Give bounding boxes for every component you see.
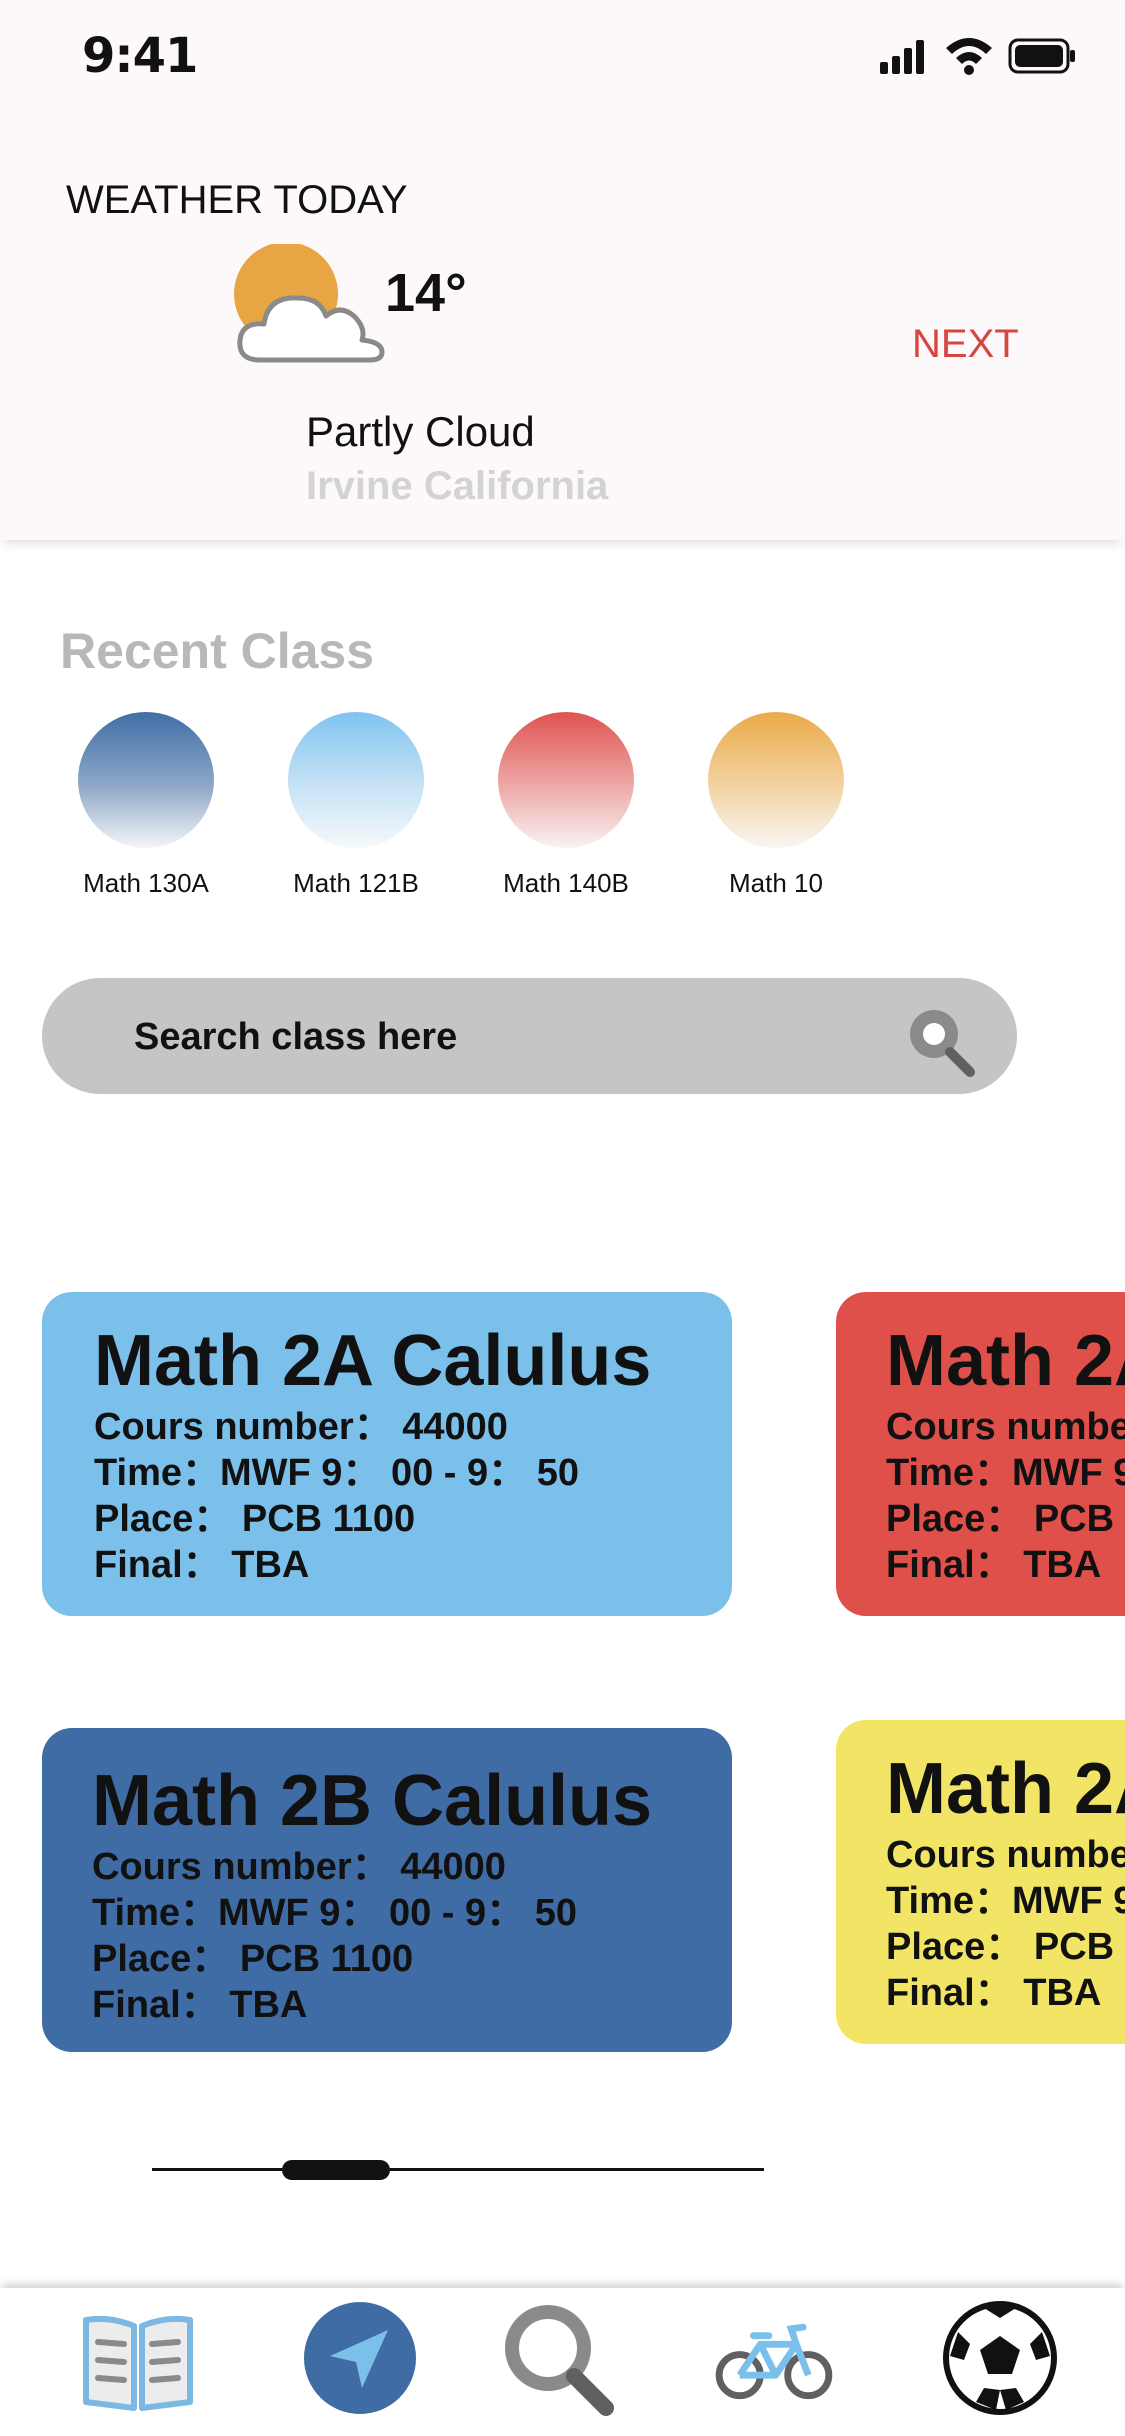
course-final: Final： TBA bbox=[92, 1984, 308, 2026]
course-details: Cours number Time：MWF 9 Place： PCB 1 Fin… bbox=[886, 1404, 1125, 1588]
course-card[interactable]: Math 2A Calulus Cours number： 44000 Time… bbox=[42, 1292, 732, 1616]
course-final: Final： TBA bbox=[94, 1544, 310, 1586]
weather-heading: WEATHER TODAY bbox=[66, 178, 408, 222]
course-place: Place： PCB 1100 bbox=[92, 1938, 414, 1980]
page-indicator-track bbox=[152, 2168, 764, 2171]
course-time: Time：MWF 9 bbox=[886, 1880, 1125, 1922]
wifi-icon bbox=[946, 38, 992, 75]
course-title: Math 2B Calulus bbox=[92, 1761, 653, 1841]
course-number: Cours number bbox=[886, 1406, 1125, 1448]
book-icon[interactable] bbox=[78, 2298, 198, 2418]
course-place: Place： PCB 1 bbox=[886, 1498, 1125, 1540]
bicycle-icon[interactable] bbox=[714, 2298, 834, 2418]
page-indicator-thumb[interactable] bbox=[282, 2160, 390, 2180]
recent-class-item[interactable]: Math 140B bbox=[496, 712, 636, 902]
status-icons bbox=[880, 38, 1075, 75]
course-time: Time：MWF 9 bbox=[886, 1452, 1125, 1494]
course-title: Math 2A Calulus bbox=[94, 1321, 652, 1401]
status-time: 9:41 bbox=[82, 28, 198, 84]
search-input[interactable] bbox=[132, 978, 896, 1096]
course-final: Final： TBA bbox=[886, 1972, 1102, 2014]
search-bar bbox=[42, 978, 1017, 1096]
course-details: Cours number： 44000 Time：MWF 9： 00 - 9： … bbox=[94, 1404, 579, 1588]
recent-class-label: Math 130A bbox=[83, 868, 209, 898]
recent-class-item[interactable]: Math 130A bbox=[76, 712, 216, 902]
soccer-ball-icon[interactable] bbox=[940, 2298, 1060, 2418]
recent-class-label: Math 121B bbox=[293, 868, 419, 898]
temperature: 14° bbox=[385, 263, 467, 323]
search-icon[interactable] bbox=[498, 2298, 618, 2418]
course-card[interactable]: Math 2A Cours number Time：MWF 9 Place： P… bbox=[836, 1720, 1125, 2044]
recent-class-title: Recent Class bbox=[60, 623, 375, 679]
partly-cloudy-icon bbox=[234, 244, 385, 363]
course-final: Final： TBA bbox=[886, 1544, 1102, 1586]
course-title: Math 2A bbox=[886, 1321, 1125, 1401]
battery-icon bbox=[1008, 38, 1075, 74]
recent-class-item[interactable]: Math 121B bbox=[286, 712, 426, 902]
next-button[interactable]: NEXT bbox=[912, 322, 1019, 367]
weather-condition: Partly Cloud bbox=[306, 408, 535, 455]
recent-class-avatar bbox=[288, 712, 424, 848]
recent-class-avatar bbox=[708, 712, 844, 848]
recent-class-label: Math 140B bbox=[503, 868, 629, 898]
course-time: Time：MWF 9： 00 - 9： 50 bbox=[94, 1452, 579, 1494]
course-card[interactable]: Math 2B Calulus Cours number： 44000 Time… bbox=[42, 1728, 732, 2052]
weather-location: Irvine California bbox=[306, 464, 609, 508]
course-details: Cours number Time：MWF 9 Place： PCB 1 Fin… bbox=[886, 1832, 1125, 2016]
course-details: Cours number： 44000 Time：MWF 9： 00 - 9： … bbox=[92, 1844, 577, 2028]
course-title: Math 2A bbox=[886, 1749, 1125, 1829]
course-number: Cours number： 44000 bbox=[94, 1406, 508, 1448]
recent-class-avatar bbox=[78, 712, 214, 848]
signal-icon bbox=[880, 40, 924, 74]
course-place: Place： PCB 1 bbox=[886, 1926, 1125, 1968]
course-card[interactable]: Math 2A Cours number Time：MWF 9 Place： P… bbox=[836, 1292, 1125, 1616]
course-time: Time：MWF 9： 00 - 9： 50 bbox=[92, 1892, 577, 1934]
recent-class-label: Math 10 bbox=[729, 868, 823, 898]
recent-class-avatar bbox=[498, 712, 634, 848]
course-number: Cours number： 44000 bbox=[92, 1846, 506, 1888]
search-icon[interactable] bbox=[900, 1000, 980, 1080]
recent-class-item[interactable]: Math 10 bbox=[706, 712, 846, 902]
navigation-arrow-icon[interactable] bbox=[300, 2298, 420, 2418]
course-place: Place： PCB 1100 bbox=[94, 1498, 416, 1540]
course-number: Cours number bbox=[886, 1834, 1125, 1876]
